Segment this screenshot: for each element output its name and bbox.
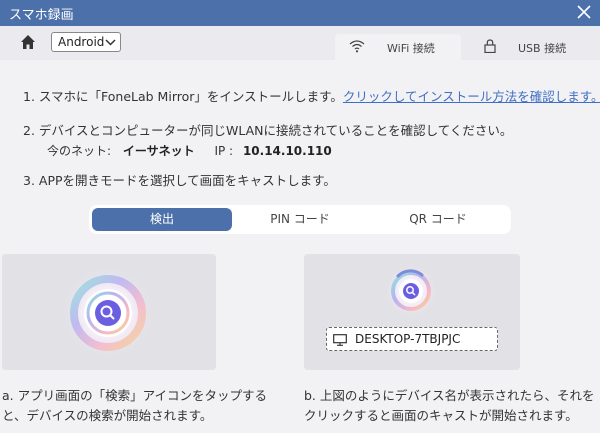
platform-select[interactable]: Android [51,32,121,52]
mode-switcher: 検出 PIN コード QR コード [89,205,511,234]
window-title: スマホ録画 [9,8,74,23]
tab-usb-label: USB 接続 [518,42,567,55]
title-bar: スマホ録画 [0,0,600,26]
step-1-text: 1. スマホに「FoneLab Mirror」をインストールします。 [23,89,343,104]
device-name: DESKTOP-7TBJPJC [355,332,461,346]
search-icon [95,300,121,326]
device-found-panel: DESKTOP-7TBJPJC [304,254,520,370]
step-2: 2. デバイスとコンピューターが同じWLANに接続されていることを確認してくださ… [23,123,513,138]
step-1: 1. スマホに「FoneLab Mirror」をインストールします。クリックして… [23,86,600,105]
tab-usb[interactable]: USB 接続 [470,34,590,60]
device-entry[interactable]: DESKTOP-7TBJPJC [326,327,498,351]
platform-select-value: Android [58,35,105,49]
close-icon[interactable] [576,3,592,21]
mode-pin-button[interactable]: PIN コード [230,208,370,231]
wifi-icon [349,40,365,53]
install-guide-link[interactable]: クリックしてインストール方法を確認します。 [343,89,600,104]
search-icon [403,283,419,299]
lock-icon [484,39,496,53]
ip-value: 10.14.10.110 [242,144,332,158]
ip-label: IP : [214,144,234,158]
caption-b: b. 上図のようにデバイス名が表示されたら、それをクリックすると画面のキャストが… [304,388,595,423]
network-info: 今のネット: イーサネット IP : 10.14.10.110 [47,142,332,159]
caption-a: a. アプリ画面の「検索」アイコンをタップすると、デバイスの検索が開始されます。 [2,388,267,423]
search-app-illustration [60,265,156,361]
scanning-illustration [384,264,438,318]
network-name: イーサネット [122,144,195,158]
tab-wifi-label: WiFi 接続 [387,42,435,55]
home-icon[interactable] [20,34,36,50]
tab-wifi[interactable]: WiFi 接続 [335,34,461,60]
search-illustration-panel [2,254,216,370]
mode-qr-button[interactable]: QR コード [368,208,508,231]
step-3: 3. APPを開きモードを選択して画面をキャストします。 [23,173,336,188]
monitor-icon [333,334,347,346]
mode-detect-button[interactable]: 検出 [92,208,232,231]
chevron-down-icon [105,39,116,46]
network-label: 今のネット: [47,144,112,158]
